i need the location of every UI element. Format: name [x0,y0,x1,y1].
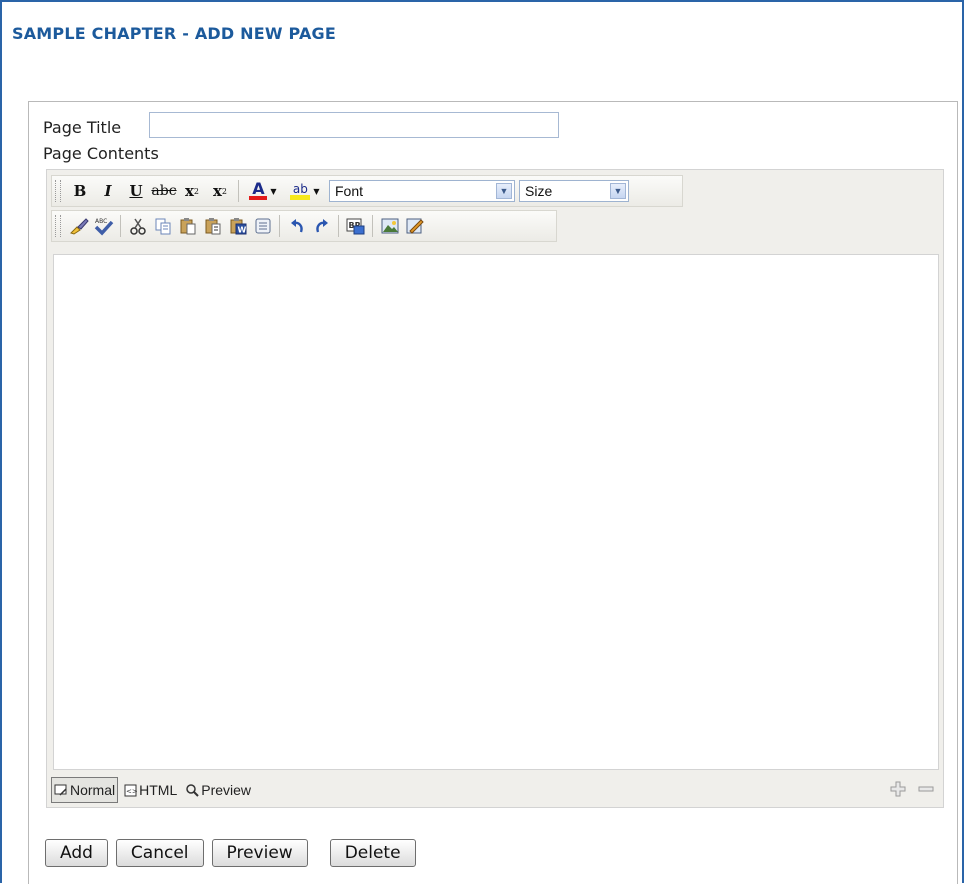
redo-icon [315,219,328,233]
font-select[interactable]: Font ▼ [329,180,515,202]
strikethrough-button[interactable]: abc [150,179,178,203]
page-contents-label: Page Contents [43,144,159,163]
mode-tab-preview-label: Preview [201,782,252,798]
paste-word-icon: W [230,218,246,235]
font-color-button[interactable]: A ▼ [243,179,283,203]
paste-button[interactable] [175,214,200,238]
toolbar-separator [279,215,280,237]
rich-text-editor: B I U abc x2 x2 A ▼ ab ▼ Font ▼ Size ▼ A… [46,169,944,808]
superscript-label: x [184,182,194,200]
chevron-down-icon[interactable]: ▼ [610,183,626,199]
toolbar-separator [338,215,339,237]
spell-check-button[interactable]: ABC [91,214,116,238]
preview-button[interactable]: Preview [211,839,308,867]
undo-icon [290,219,303,233]
toolbar-separator [238,180,239,202]
paste-text-icon [205,218,220,235]
paste-word-button[interactable]: W [225,214,250,238]
insert-break-button[interactable]: BR [343,214,368,238]
design-mode-icon [54,784,67,796]
magnifier-icon [186,784,199,797]
paste-icon [180,218,195,235]
paste-text-button[interactable] [200,214,225,238]
shrink-editor-icon[interactable] [917,780,935,798]
bold-label: B [73,182,87,200]
page-title-label: Page Title [43,118,122,137]
underline-label: U [129,182,143,200]
edit-image-icon [406,218,424,234]
insert-template-button[interactable] [250,214,275,238]
edit-image-button[interactable] [402,214,427,238]
editor-mode-tabs: Normal <> HTML Preview [51,776,257,804]
cancel-button[interactable]: Cancel [115,839,204,867]
form-panel: Page Title Page Contents B I U abc x2 x2 [28,101,958,884]
highlight-icon: ab [290,181,311,200]
copy-button[interactable] [150,214,175,238]
spell-check-icon: ABC [94,218,113,236]
font-select-value: Font [335,183,364,199]
highlight-swatch [290,194,311,200]
delete-button[interactable]: Delete [329,839,416,867]
clean-format-button[interactable] [66,214,91,238]
superscript-mark: 2 [193,186,200,196]
editor-content-area[interactable] [53,254,939,770]
size-select[interactable]: Size ▼ [519,180,629,202]
font-color-label: A [252,179,265,198]
subscript-mark: 2 [221,186,228,196]
mode-tab-html-label: HTML [139,782,178,798]
mode-tab-normal-label: Normal [70,782,116,798]
subscript-button[interactable]: x2 [206,179,234,203]
page-title-input[interactable] [149,112,559,138]
subscript-label: x [212,182,222,200]
cut-icon [129,218,146,235]
italic-button[interactable]: I [94,179,122,203]
font-color-swatch [249,196,268,200]
html-mode-icon: <> [124,784,137,796]
superscript-button[interactable]: x2 [178,179,206,203]
insert-image-button[interactable] [377,214,402,238]
expand-editor-icon[interactable] [889,780,907,798]
insert-image-icon [381,218,398,234]
chevron-down-icon: ▼ [270,186,277,196]
toolbar-separator [120,215,121,237]
copy-icon [155,218,170,235]
toolbar-grip[interactable] [55,215,61,237]
cut-button[interactable] [125,214,150,238]
editor-resize-controls [889,780,935,798]
insert-template-icon [255,218,270,234]
clean-format-icon [69,218,89,235]
highlight-label: ab [292,181,308,196]
window-frame: SAMPLE CHAPTER - ADD NEW PAGE Page Title… [0,0,964,884]
font-color-icon: A [249,179,268,200]
toolbar-row-tools: ABC W [51,210,557,242]
svg-text:W: W [237,226,246,235]
size-select-value: Size [525,183,553,199]
add-button[interactable]: Add [45,839,108,867]
mode-tab-preview[interactable]: Preview [183,778,253,802]
toolbar-row-format: B I U abc x2 x2 A ▼ ab ▼ Font ▼ Size ▼ [51,175,683,207]
mode-tab-normal[interactable]: Normal [51,777,119,803]
undo-button[interactable] [284,214,309,238]
mode-tab-html[interactable]: <> HTML [122,778,179,802]
strikethrough-label: abc [151,183,177,199]
toolbar-grip[interactable] [55,180,61,202]
insert-break-icon: BR [346,218,364,235]
chevron-down-icon[interactable]: ▼ [496,183,512,199]
chevron-down-icon: ▼ [313,186,320,196]
redo-button[interactable] [309,214,334,238]
highlight-color-button[interactable]: ab ▼ [283,179,327,203]
toolbar-separator [372,215,373,237]
svg-text:<>: <> [126,787,137,795]
svg-text:ABC: ABC [95,218,107,225]
form-action-buttons: Add Cancel Preview Delete [45,839,424,867]
bold-button[interactable]: B [66,179,94,203]
italic-label: I [104,182,112,200]
page-title: SAMPLE CHAPTER - ADD NEW PAGE [12,24,336,43]
underline-button[interactable]: U [122,179,150,203]
